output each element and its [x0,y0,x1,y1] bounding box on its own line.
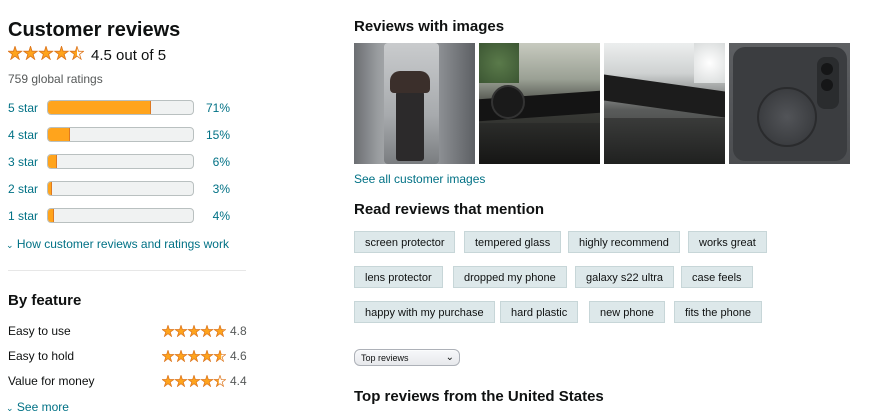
histogram-bar-fill [48,128,70,141]
star-icon [200,324,214,338]
star-icon [161,324,175,338]
mention-chip[interactable]: screen protector [354,231,456,253]
star-icon [213,324,227,338]
histogram-star-link[interactable]: 1 star [8,209,38,223]
star-icon [69,45,85,61]
histogram-bar[interactable] [47,127,194,142]
divider [8,270,246,271]
feature-label: Easy to hold [8,349,75,363]
mention-chip[interactable]: highly recommend [568,231,680,253]
mention-chip[interactable]: lens protector [354,266,443,288]
feature-stars [161,324,227,342]
how-reviews-work-link[interactable]: ⌄ How customer reviews and ratings work [6,237,229,251]
chevron-down-icon: ⌄ [445,352,454,363]
chevron-down-icon: ⌄ [6,403,14,413]
star-icon [174,324,188,338]
star-icon [174,374,188,388]
histogram-bar-fill [48,182,53,195]
feature-stars-1 [161,349,227,363]
star-icon [213,349,227,363]
feature-label: Value for money [8,374,95,388]
overall-stars-svg [7,45,85,61]
section-title-customer-reviews: Customer reviews [8,19,181,41]
histogram-bar-fill [48,209,54,222]
star-icon [161,374,175,388]
histogram-bar-fill [48,155,57,168]
star-icon [187,324,201,338]
section-title-read-reviews-mention: Read reviews that mention [354,201,545,218]
mention-chip[interactable]: works great [688,231,767,253]
section-title-reviews-with-images: Reviews with images [354,18,505,35]
mention-chip[interactable]: new phone [589,301,665,323]
feature-stars [161,374,227,392]
sort-selected-label: Top reviews [361,353,409,363]
feature-stars [161,349,227,367]
histogram-bar[interactable] [47,208,194,223]
feature-stars-0 [161,324,227,338]
section-title-top-reviews: Top reviews from the United States [354,388,604,405]
histogram-percent[interactable]: 3% [196,182,230,196]
star-icon [187,374,201,388]
mention-chip[interactable]: tempered glass [464,231,562,253]
star-icon [213,374,227,388]
global-ratings-count: 759 global ratings [8,72,103,86]
rating-out-of-text: 4.5 out of 5 [91,47,167,64]
histogram-star-link[interactable]: 5 star [8,101,38,115]
feature-stars-2 [161,374,227,388]
feature-score: 4.6 [230,349,247,363]
histogram-bar[interactable] [47,100,194,115]
mention-chip[interactable]: fits the phone [674,301,763,323]
histogram-bar[interactable] [47,154,194,169]
histogram-percent[interactable]: 4% [196,209,230,223]
feature-score: 4.8 [230,324,247,338]
star-icon [174,349,188,363]
histogram-bar[interactable] [47,181,194,196]
star-icon [22,45,39,61]
mention-chip[interactable]: case feels [681,266,753,288]
see-all-images-link[interactable]: See all customer images [354,172,485,186]
star-icon [7,45,23,61]
mention-chip[interactable]: galaxy s22 ultra [575,266,675,288]
feature-label: Easy to use [8,324,71,338]
mention-chip[interactable]: dropped my phone [453,266,567,288]
star-icon [38,45,54,61]
overall-rating-stars [7,45,86,64]
histogram-star-link[interactable]: 3 star [8,155,38,169]
review-image-1[interactable] [354,43,475,164]
histogram-percent[interactable]: 71% [196,101,230,115]
histogram-percent[interactable]: 6% [196,155,230,169]
feature-score: 4.4 [230,374,247,388]
histogram-star-link[interactable]: 4 star [8,128,38,142]
star-icon [200,349,214,363]
how-reviews-work-label: How customer reviews and ratings work [16,237,229,251]
histogram-percent[interactable]: 15% [196,128,230,142]
review-image-2[interactable] [479,43,600,164]
sort-reviews-dropdown[interactable]: Top reviews ⌄ [354,349,460,366]
mention-chip[interactable]: hard plastic [500,301,579,323]
star-icon [53,45,70,61]
review-image-3[interactable] [604,43,725,164]
section-title-by-feature: By feature [8,292,82,309]
histogram-bar-fill [48,101,151,114]
mention-chip[interactable]: happy with my purchase [354,301,495,323]
review-image-4[interactable] [729,43,850,164]
star-icon [200,374,214,388]
star-icon [161,349,175,363]
see-more-link[interactable]: ⌄ See more [6,400,69,414]
see-more-label: See more [16,400,69,414]
chevron-down-icon: ⌄ [6,240,14,250]
histogram-star-link[interactable]: 2 star [8,182,38,196]
star-icon [187,349,201,363]
